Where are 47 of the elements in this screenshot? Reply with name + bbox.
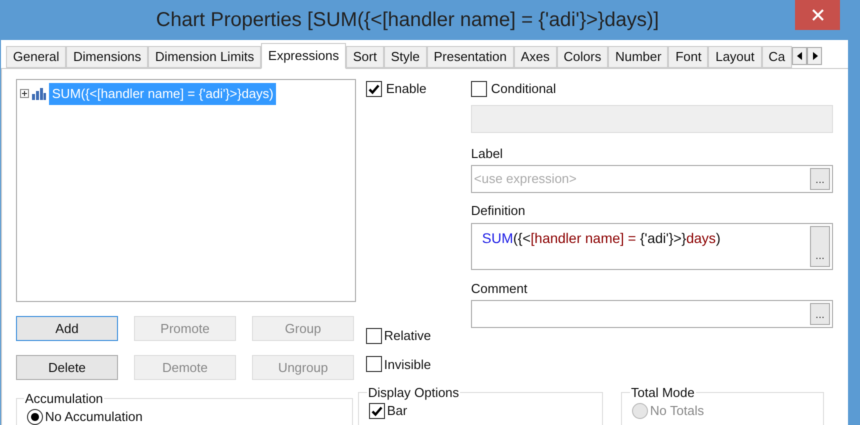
field-label: Comment (471, 280, 528, 298)
tab[interactable]: Number (608, 46, 668, 68)
scroll-right-button[interactable] (807, 47, 822, 65)
tab[interactable]: Style (384, 46, 427, 68)
radio-label: No Totals (650, 402, 704, 420)
tab[interactable]: Presentation (426, 46, 514, 68)
action-button[interactable]: Delete (16, 355, 118, 380)
field-label: Label (471, 144, 504, 162)
scroll-left-button[interactable] (792, 47, 808, 65)
tab[interactable]: Ca (762, 46, 792, 68)
tab[interactable]: Axes (514, 46, 557, 68)
close-icon (812, 9, 824, 21)
checkbox-label: Conditional (491, 80, 556, 98)
tab[interactable]: Layout (708, 46, 762, 68)
bar-checkbox[interactable] (369, 402, 385, 419)
expand-toggle[interactable] (20, 89, 29, 98)
tab[interactable]: Dimension Limits (148, 46, 262, 68)
tab[interactable]: Colors (556, 46, 608, 68)
left-arrow-icon (796, 52, 803, 60)
browse-button[interactable]: ... (810, 168, 830, 190)
enable-checkbox[interactable] (366, 80, 382, 97)
window-title: Chart Properties [SUM({<[handler name] = {'adi'}>}days)] (155, 8, 660, 33)
tab[interactable]: Font (668, 46, 708, 68)
radio-button[interactable] (27, 408, 43, 425)
comment-field[interactable]: ... (471, 300, 833, 328)
browse-button[interactable]: ... (810, 226, 830, 266)
right-arrow-icon (812, 52, 818, 60)
tab[interactable]: Expressions (261, 43, 346, 69)
option-checkbox[interactable] (366, 328, 382, 344)
close-button[interactable] (795, 0, 840, 30)
conditional-checkbox[interactable] (471, 80, 487, 97)
checkbox-label: Invisible (384, 356, 431, 374)
radio-label: No Accumulation (45, 408, 143, 425)
definition-field[interactable]: SUM({<[handler name] = {'adi'}>}days) ... (471, 222, 833, 270)
field-label: Definition (471, 202, 526, 220)
tab[interactable]: General (6, 46, 66, 68)
condition-field[interactable] (471, 104, 833, 132)
checkbox-label: Enable (386, 80, 426, 98)
bar-chart-icon (32, 88, 46, 100)
option-checkbox[interactable] (366, 356, 382, 372)
browse-button[interactable]: ... (810, 303, 830, 325)
action-button[interactable]: Add (16, 316, 118, 341)
tab[interactable]: Sort (346, 46, 384, 68)
tab[interactable]: Dimensions (66, 46, 148, 68)
label-field[interactable]: <use expression> ... (471, 165, 833, 193)
checkbox-label: Relative (384, 327, 431, 345)
checkbox-label: Bar (387, 402, 408, 420)
